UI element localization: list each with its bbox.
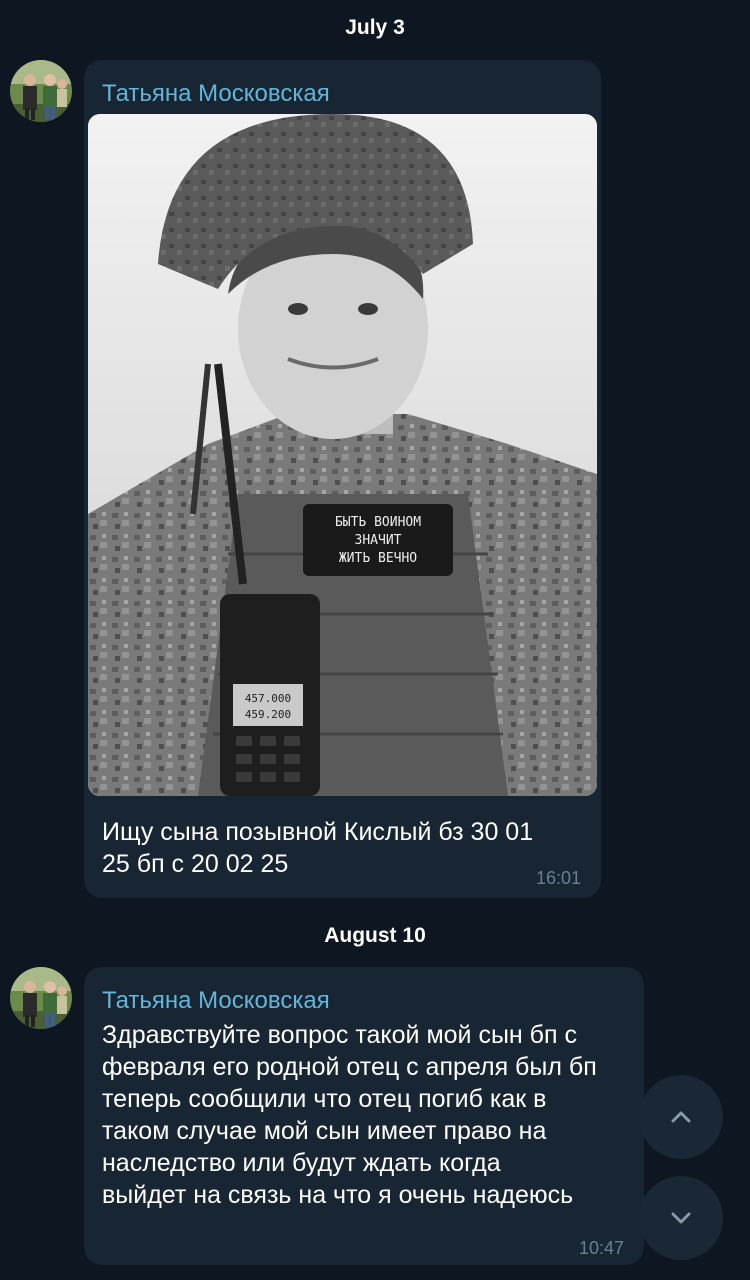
message-bubble[interactable]: Татьяна Московская БЫТЬ ВОИНОМ ЗНАЧИТ ЖИ… <box>84 60 601 898</box>
sender-name[interactable]: Татьяна Московская <box>102 80 330 108</box>
date-header: July 3 <box>345 16 405 39</box>
avatar-image <box>10 967 72 1029</box>
radio-display-1: 457.000 <box>245 692 291 705</box>
avatar[interactable] <box>10 60 72 122</box>
message-photo[interactable]: БЫТЬ ВОИНОМ ЗНАЧИТ ЖИТЬ ВЕЧНО 457.000 459.… <box>88 114 597 796</box>
message-text: Ищу сына позывной Кислый бз 30 01 25 бп … <box>102 818 534 878</box>
sender-name[interactable]: Татьяна Московская <box>102 987 330 1015</box>
photo-image: БЫТЬ ВОИНОМ ЗНАЧИТ ЖИТЬ ВЕЧНО 457.000 459.… <box>88 114 597 796</box>
chat-view: July 3 Татьяна Московская БЫТЬ ВОИНОМ ЗН… <box>0 0 750 1280</box>
radio-display-2: 459.200 <box>245 708 291 721</box>
date-header: August 10 <box>324 924 426 947</box>
chevron-up-icon <box>671 1111 691 1123</box>
scroll-down-button[interactable] <box>639 1176 723 1260</box>
chevron-down-icon <box>671 1212 691 1224</box>
message-text: Здравствуйте вопрос такой мой сын бп с ф… <box>102 1021 597 1209</box>
message-time: 16:01 <box>535 868 581 888</box>
message-bubble[interactable]: Татьяна Московская Здравствуйте вопрос т… <box>84 967 644 1265</box>
message-time: 10:47 <box>578 1238 624 1258</box>
avatar[interactable] <box>10 967 72 1029</box>
scroll-up-button[interactable] <box>639 1075 723 1159</box>
avatar-image <box>10 60 72 122</box>
